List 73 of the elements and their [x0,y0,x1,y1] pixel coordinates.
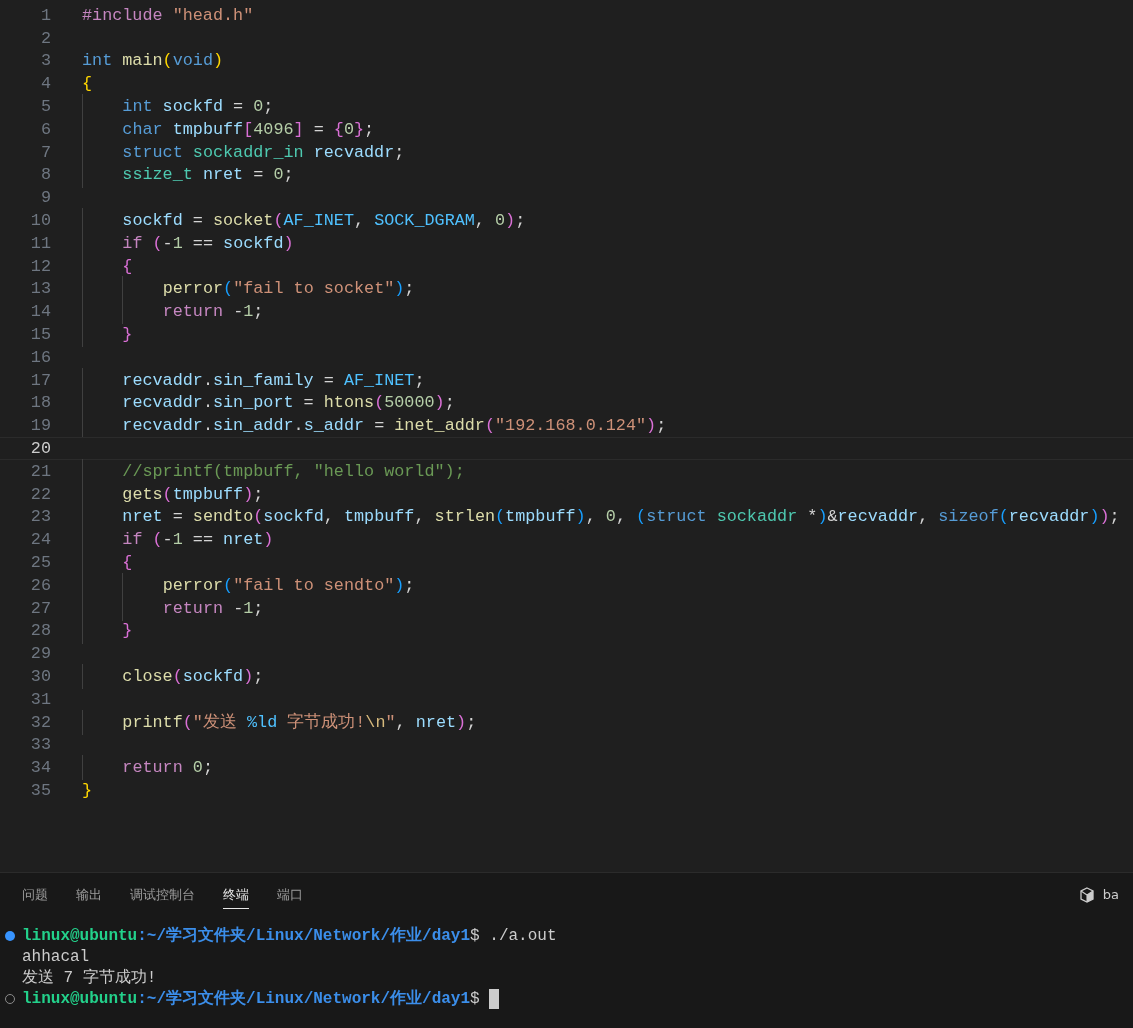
line-number: 2 [39,27,51,50]
line-number: 7 [39,141,51,164]
line-number: 20 [29,437,51,460]
code-line: if (-1 == nret) [121,529,274,552]
code-line: nret = sendto(sockfd, tmpbuff, strlen(tmpbuff), 0, (struct sockaddr *)&recvaddr, sizeof(recvaddr)); [121,506,1120,529]
terminal-output: ahhacal [22,946,90,968]
panel-tab[interactable]: 调试控制台 [130,881,195,909]
line-number: 24 [29,529,51,552]
line-number: 31 [29,688,51,711]
line-number: 30 [29,665,51,688]
line-number: 33 [29,734,51,757]
code-line: } [121,620,133,643]
line-number: 21 [29,460,51,483]
terminal-name[interactable]: ba [1102,885,1119,905]
code-line: recvaddr.sin_addr.s_addr = inet_addr("192.168.0.124"); [121,415,667,438]
code-line: perror("fail to socket"); [161,278,415,301]
line-number: 22 [29,483,51,506]
code-line: { [82,73,93,96]
terminal-prompt: linux@ubuntu:~/学习文件夹/Linux/Network/作业/day1$ ./a.out [22,925,557,947]
code-line: struct sockaddr_in recvaddr; [121,141,405,164]
code-line: gets(tmpbuff); [121,483,264,506]
line-number: 1 [39,4,51,27]
line-number: 4 [39,73,51,96]
line-number: 17 [29,369,51,392]
code-line: close(sockfd); [121,665,264,688]
code-line: return 0; [121,757,213,780]
line-number: 16 [29,346,51,369]
code-line: } [121,323,133,346]
code-line: recvaddr.sin_family = AF_INET; [121,369,425,392]
code-line: int main(void) [82,50,224,73]
terminal-prompt: linux@ubuntu:~/学习文件夹/Linux/Network/作业/day1$ [22,988,480,1010]
panel-tab[interactable]: 终端 [223,881,249,909]
line-number: 23 [29,506,51,529]
panel-tab[interactable]: 输出 [76,881,102,909]
line-number: 29 [29,643,51,666]
code-line: perror("fail to sendto"); [161,574,415,597]
code-line: if (-1 == sockfd) [121,232,294,255]
line-number: 27 [29,597,51,620]
line-number: 34 [29,757,51,780]
code-line: ssize_t nret = 0; [121,164,294,187]
panel-tab[interactable]: 端口 [277,881,303,909]
line-number: 26 [29,574,51,597]
code-line: //sprintf(tmpbuff, "hello world"); [121,460,465,483]
code-line: sockfd = socket(AF_INET, SOCK_DGRAM, 0); [121,210,526,232]
code-line: recvaddr.sin_port = htons(50000); [121,392,455,415]
line-number: 19 [29,415,51,438]
code-line: return -1; [161,597,264,620]
line-number: 3 [39,50,51,73]
code-line: return -1; [161,301,264,324]
line-number: 8 [39,164,51,187]
line-number: 9 [39,187,51,210]
code-line: printf("发送 %ld 字节成功!\n", nret); [121,711,477,734]
line-number: 11 [29,232,51,255]
line-number: 5 [39,96,51,118]
terminal-output: 发送 7 字节成功! [22,967,157,989]
code-line: { [121,551,133,574]
line-number: 10 [29,210,51,232]
line-number: 14 [29,301,51,324]
code-line: { [121,255,133,278]
line-number: 18 [29,392,51,415]
code-line: } [82,779,93,802]
line-number: 6 [39,118,51,141]
line-number: 12 [29,255,51,278]
code-line: char tmpbuff[4096] = {0}; [121,118,375,141]
line-number: 13 [29,278,51,301]
line-number: 15 [29,323,51,346]
panel-tab[interactable]: 问题 [22,881,48,909]
line-number: 32 [29,711,51,734]
code-line: #include "head.h" [82,4,254,27]
line-number: 25 [29,551,51,574]
line-number: 28 [29,620,51,643]
code-line: int sockfd = 0; [121,96,274,118]
line-number: 35 [29,779,51,802]
